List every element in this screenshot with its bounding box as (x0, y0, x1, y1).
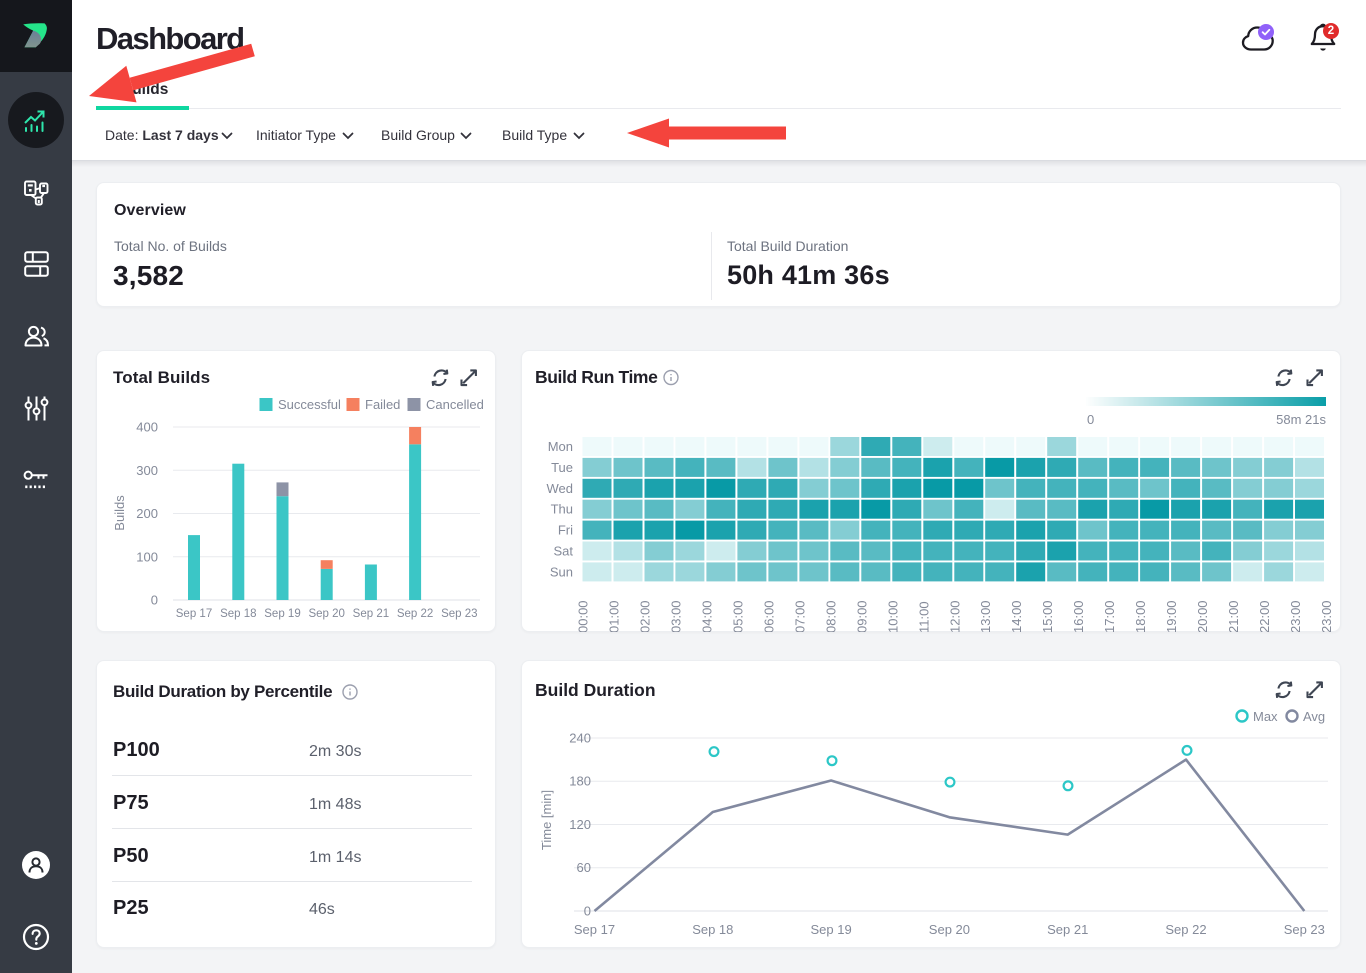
svg-text:Sun: Sun (550, 564, 573, 579)
svg-text:Fri: Fri (558, 523, 573, 538)
svg-text:100: 100 (136, 549, 158, 564)
svg-text:Builds: Builds (112, 495, 127, 531)
svg-text:0: 0 (151, 593, 158, 608)
svg-text:Mon: Mon (548, 439, 573, 454)
svg-text:Failed: Failed (365, 397, 400, 412)
svg-text:Total Builds: Total Builds (113, 368, 210, 387)
svg-text:Sep 20: Sep 20 (308, 608, 344, 620)
svg-text:18:00: 18:00 (1133, 600, 1148, 632)
svg-text:0: 0 (584, 904, 591, 919)
svg-text:14:00: 14:00 (1009, 600, 1024, 632)
svg-text:Sep 19: Sep 19 (264, 608, 300, 620)
svg-text:58m 21s: 58m 21s (1276, 412, 1326, 427)
svg-text:Successful: Successful (278, 397, 341, 412)
svg-text:Sep 22: Sep 22 (397, 608, 433, 620)
svg-text:19:00: 19:00 (1164, 600, 1179, 632)
svg-text:23:00: 23:00 (1288, 600, 1303, 632)
svg-text:Sep 23: Sep 23 (441, 608, 477, 620)
svg-text:Sep 19: Sep 19 (810, 922, 851, 937)
svg-text:Sep 17: Sep 17 (176, 608, 212, 620)
svg-text:04:00: 04:00 (699, 600, 714, 632)
svg-text:10:00: 10:00 (885, 600, 900, 632)
svg-text:Tue: Tue (551, 460, 573, 475)
svg-text:02:00: 02:00 (638, 600, 653, 632)
svg-text:03:00: 03:00 (668, 600, 683, 632)
svg-text:Wed: Wed (547, 481, 574, 496)
svg-text:22:00: 22:00 (1257, 600, 1272, 632)
svg-text:180: 180 (569, 774, 591, 789)
svg-text:Thu: Thu (551, 502, 573, 517)
svg-text:Sat: Sat (553, 544, 573, 559)
svg-text:Build Duration: Build Duration (535, 680, 656, 700)
svg-text:16:00: 16:00 (1071, 600, 1086, 632)
svg-text:08:00: 08:00 (823, 600, 838, 632)
svg-text:400: 400 (136, 420, 158, 435)
svg-text:60: 60 (577, 860, 591, 875)
svg-text:Sep 21: Sep 21 (353, 608, 389, 620)
svg-text:Sep 23: Sep 23 (1284, 922, 1325, 937)
svg-text:Build Run Time: Build Run Time (535, 367, 658, 387)
svg-text:23:00: 23:00 (1319, 600, 1334, 632)
svg-text:17:00: 17:00 (1102, 600, 1117, 632)
svg-text:Max: Max (1253, 709, 1278, 724)
svg-text:Sep 20: Sep 20 (929, 922, 970, 937)
svg-text:13:00: 13:00 (978, 600, 993, 632)
svg-text:11:00: 11:00 (916, 601, 931, 632)
svg-text:240: 240 (569, 731, 591, 746)
svg-text:01:00: 01:00 (607, 600, 622, 632)
svg-text:Sep 18: Sep 18 (220, 608, 256, 620)
svg-text:120: 120 (569, 817, 591, 832)
svg-text:Cancelled: Cancelled (426, 397, 484, 412)
svg-text:300: 300 (136, 463, 158, 478)
svg-text:07:00: 07:00 (792, 600, 807, 632)
svg-text:06:00: 06:00 (761, 600, 776, 632)
svg-text:00:00: 00:00 (576, 600, 591, 632)
svg-text:200: 200 (136, 506, 158, 521)
svg-text:12:00: 12:00 (947, 600, 962, 632)
svg-text:21:00: 21:00 (1226, 600, 1241, 632)
svg-text:20:00: 20:00 (1195, 600, 1210, 632)
svg-text:Sep 21: Sep 21 (1047, 922, 1088, 937)
svg-text:Time [min]: Time [min] (539, 790, 554, 850)
svg-text:Sep 18: Sep 18 (692, 922, 733, 937)
svg-text:Sep 17: Sep 17 (574, 922, 615, 937)
svg-text:Avg: Avg (1303, 709, 1325, 724)
svg-text:15:00: 15:00 (1040, 600, 1055, 632)
svg-text:Sep 22: Sep 22 (1165, 922, 1206, 937)
svg-text:09:00: 09:00 (854, 600, 869, 632)
svg-text:0: 0 (1087, 412, 1094, 427)
svg-text:05:00: 05:00 (730, 600, 745, 632)
